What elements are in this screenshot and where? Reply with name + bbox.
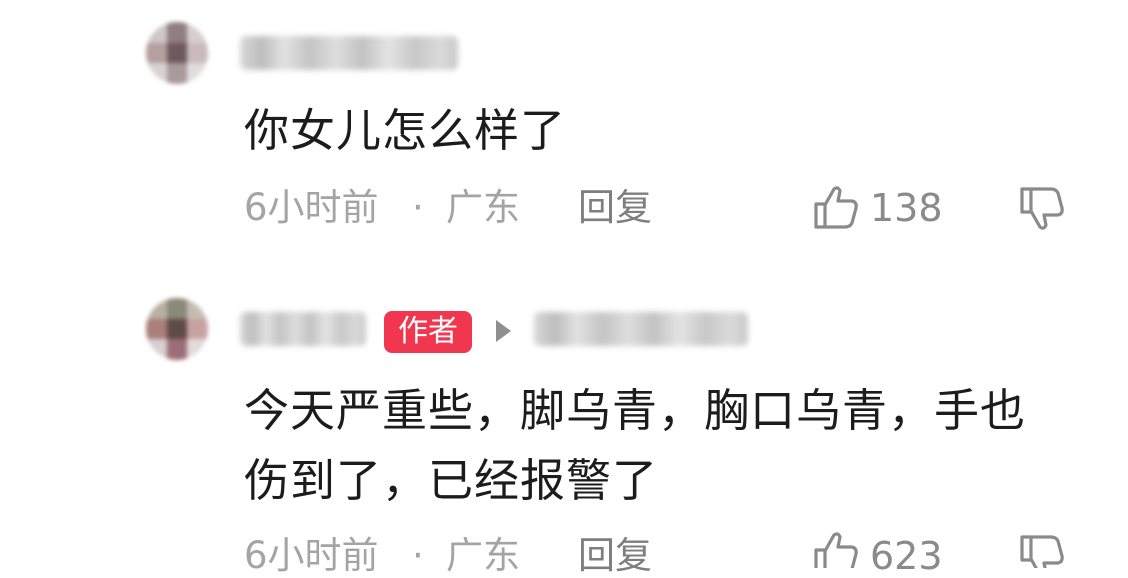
comment-time: 6小时前	[244, 534, 379, 577]
author-badge: 作者	[384, 311, 472, 353]
comment-text-line1: 今天严重些，脚乌青，胸口乌青，手也	[244, 384, 1027, 437]
thumbs-down-icon[interactable]	[1018, 186, 1066, 232]
avatar[interactable]	[146, 22, 208, 84]
like-count: 138	[870, 186, 943, 230]
meta-separator: ·	[412, 534, 424, 577]
reply-to-username-blurred[interactable]	[534, 312, 748, 346]
username-blurred[interactable]	[240, 36, 458, 70]
thumbs-up-icon[interactable]	[812, 184, 860, 230]
comment-time: 6小时前	[244, 186, 379, 229]
comment-text: 你女儿怎么样了	[244, 104, 567, 157]
comment-location: 广东	[446, 186, 520, 229]
reply-button[interactable]: 回复	[578, 186, 652, 230]
avatar[interactable]	[146, 298, 208, 360]
comment-text-line2: 伤到了，已经报警了	[244, 454, 659, 507]
thumbs-up-icon[interactable]	[812, 530, 860, 568]
like-count: 623	[870, 534, 943, 578]
comment-location: 广东	[446, 534, 520, 577]
meta-separator: ·	[412, 186, 424, 229]
thumbs-down-icon[interactable]	[1018, 534, 1066, 568]
play-arrow-icon	[496, 320, 511, 342]
reply-button[interactable]: 回复	[578, 534, 652, 578]
username-blurred[interactable]	[240, 312, 366, 346]
